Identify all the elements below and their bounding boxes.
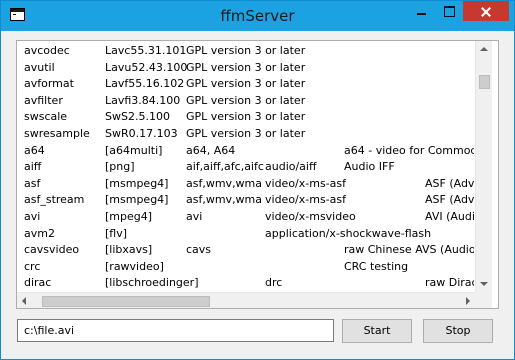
list-cell: aiff — [24, 160, 42, 174]
list-cell: GPL version 3 or later — [186, 77, 306, 91]
list-cell: Lavf55.16.102 — [105, 77, 185, 91]
scroll-right-icon[interactable] — [466, 297, 470, 305]
list-cell: a64 — [24, 143, 45, 157]
start-button[interactable]: Start — [342, 319, 412, 343]
list-item[interactable]: cavsvideo [libxavs] cavs raw Chinese AVS (A… — [17, 242, 474, 258]
list-item[interactable]: crc [rawvideo] CRC testing — [17, 259, 474, 275]
list-cell: GPL version 3 or later — [186, 127, 306, 140]
list-cell: ASF (Advanced / Active Streaming Format) — [425, 193, 474, 207]
list-cell: GPL version 3 or later — [186, 93, 306, 107]
list-cell: raw Chinese AVS (Audio Video Standard) v… — [344, 243, 474, 257]
list-item[interactable]: a64 [a64multi] a64, A64 a64 - video for Com… — [17, 143, 474, 159]
list-cell: Audio IFF — [344, 160, 395, 174]
list-item[interactable]: avi [mpeg4] avi video/x-msvideo AVI (Audio V… — [17, 209, 474, 225]
list-cell: [png] — [105, 160, 135, 174]
app-window: ffmServer avcodec Lavc55.31.101 GPL versio… — [0, 0, 515, 360]
list-cell: crc — [24, 259, 41, 273]
horizontal-scrollbar[interactable] — [17, 292, 475, 308]
list-item[interactable]: swresample SwR0.17.103 GPL version 3 or la… — [17, 126, 474, 142]
file-path-input[interactable] — [17, 319, 334, 342]
title-bar[interactable]: ffmServer — [1, 1, 514, 31]
list-cell: avfilter — [24, 93, 63, 107]
list-cell: swscale — [24, 110, 68, 124]
list-cell: asf,wmv,wma — [186, 176, 263, 190]
scrollbar-corner — [475, 292, 492, 308]
list-cell: asf — [24, 176, 41, 190]
list-cell: [libschroedinger] — [105, 276, 199, 290]
list-item[interactable]: avfilter Lavfi3.84.100 GPL version 3 or la… — [17, 93, 474, 109]
list-cell: video/x-ms-asf — [265, 176, 346, 190]
list-cell: avi — [186, 210, 203, 223]
list-cell: SwS2.5.100 — [105, 110, 170, 124]
list-cell: dirac — [24, 276, 52, 290]
list-cell: [rawvideo] — [105, 259, 164, 273]
list-cell: CRC testing — [344, 259, 409, 273]
list-cell: cavs — [186, 243, 212, 257]
list-cell: asf,wmv,wma — [186, 193, 263, 207]
list-cell: SwR0.17.103 — [105, 127, 178, 140]
list-cell: [msmpeg4] — [105, 193, 169, 207]
list-item[interactable]: avcodec Lavc55.31.101 GPL version 3 or lat… — [17, 43, 474, 59]
list-cell: [mpeg4] — [105, 210, 153, 223]
list-cell: cavsvideo — [24, 243, 80, 257]
list-cell: Lavu52.43.100 — [105, 60, 188, 74]
list-cell: GPL version 3 or later — [186, 60, 306, 74]
scroll-left-icon[interactable] — [22, 297, 26, 305]
list-cell: avm2 — [24, 226, 55, 240]
list-cell: avutil — [24, 60, 55, 74]
list-item[interactable]: swscale SwS2.5.100 GPL version 3 or later — [17, 109, 474, 125]
list-cell: drc — [265, 276, 283, 290]
list-cell: Lavc55.31.101 — [105, 44, 187, 57]
list-cell: GPL version 3 or later — [186, 44, 306, 57]
list-cell: [libxavs] — [105, 243, 153, 257]
list-cell: AVI (Audio Video Interleaved) — [425, 210, 474, 223]
list-cell: GPL version 3 or later — [186, 110, 306, 124]
list-item[interactable]: aiff [png] aif,aiff,afc,aifc audio/aiff Audi… — [17, 159, 474, 175]
vertical-scrollbar[interactable] — [475, 41, 492, 292]
list-cell: asf_stream — [24, 193, 85, 207]
list-item[interactable]: dirac [libschroedinger] drc raw Dirac — [17, 275, 474, 291]
list-item[interactable]: asf [msmpeg4] asf,wmv,wma video/x-ms-asf ASF… — [17, 176, 474, 192]
maximize-icon[interactable] — [436, 1, 462, 21]
list-cell: a64 - video for Commodore 64 — [344, 143, 474, 157]
vertical-scroll-thumb[interactable] — [479, 75, 490, 89]
list-item[interactable]: avutil Lavu52.43.100 GPL version 3 or late… — [17, 60, 474, 76]
list-content: avcodec Lavc55.31.101 GPL version 3 or lat… — [17, 41, 474, 292]
list-cell: a64, A64 — [186, 143, 236, 157]
list-cell: audio/aiff — [265, 160, 317, 174]
output-list[interactable]: avcodec Lavc55.31.101 GPL version 3 or lat… — [16, 40, 499, 309]
list-cell: application/x-shockwave-flash — [265, 226, 432, 240]
list-cell: [flv] — [105, 226, 128, 240]
stop-button[interactable]: Stop — [423, 319, 493, 343]
horizontal-scroll-thumb[interactable] — [42, 296, 210, 307]
minimize-icon[interactable] — [409, 1, 435, 21]
list-item[interactable]: asf_stream [msmpeg4] asf,wmv,wma video/x-ms… — [17, 192, 474, 208]
close-icon[interactable] — [463, 1, 509, 21]
scroll-down-icon[interactable] — [480, 282, 488, 286]
list-cell: video/x-msvideo — [265, 210, 356, 223]
list-cell: swresample — [24, 127, 90, 140]
list-cell: avcodec — [24, 44, 70, 57]
list-cell: [msmpeg4] — [105, 176, 169, 190]
list-cell: [a64multi] — [105, 143, 163, 157]
list-item[interactable]: avformat Lavf55.16.102 GPL version 3 or la… — [17, 76, 474, 92]
list-cell: video/x-ms-asf — [265, 193, 346, 207]
scroll-up-icon[interactable] — [480, 47, 488, 51]
list-cell: aif,aiff,afc,aifc — [186, 160, 264, 174]
list-cell: avformat — [24, 77, 74, 91]
list-cell: Lavfi3.84.100 — [105, 93, 181, 107]
list-cell: raw Dirac — [425, 276, 474, 290]
list-item[interactable]: avm2 [flv] application/x-shockwave-flash — [17, 226, 474, 242]
list-cell: ASF (Advanced / Active Streaming Format) — [425, 176, 474, 190]
list-cell: avi — [24, 210, 41, 223]
